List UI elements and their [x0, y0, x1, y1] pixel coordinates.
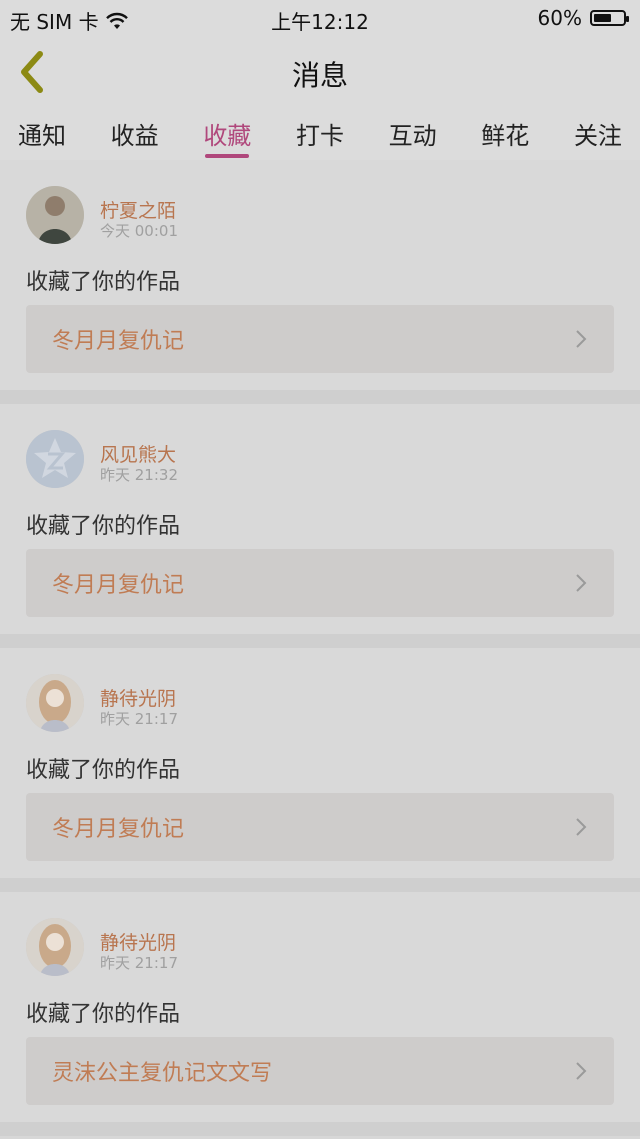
avatar[interactable] — [26, 430, 84, 488]
action-text: 收藏了你的作品 — [26, 1002, 181, 1027]
avatar[interactable] — [26, 674, 84, 732]
timestamp: 昨天 21:17 — [100, 710, 178, 728]
anime-girl-avatar-icon — [26, 674, 84, 732]
work-title: 冬月月复仇记 — [52, 817, 185, 842]
tab-flowers[interactable]: 鲜花 — [481, 108, 529, 160]
message-list: 柠夏之陌 今天 00:01 收藏了你的作品 冬月月复仇记 风见熊大 昨天 21:… — [0, 160, 640, 1136]
username[interactable]: 静待光阴 — [100, 684, 176, 711]
tab-notice[interactable]: 通知 — [18, 108, 66, 160]
tab-favorites[interactable]: 收藏 — [203, 108, 251, 160]
tab-checkin[interactable]: 打卡 — [296, 108, 344, 160]
page-title: 消息 — [291, 59, 348, 92]
timestamp: 今天 00:01 — [100, 222, 178, 240]
work-link[interactable]: 冬月月复仇记 — [26, 549, 614, 617]
timestamp: 昨天 21:32 — [100, 466, 178, 484]
timestamp: 昨天 21:17 — [100, 954, 178, 972]
message-card: 风见熊大 昨天 21:32 收藏了你的作品 冬月月复仇记 — [0, 404, 640, 648]
battery-icon — [590, 10, 629, 26]
action-text: 收藏了你的作品 — [26, 758, 181, 783]
tab-bar: 通知 收益 收藏 打卡 互动 鲜花 关注 — [0, 108, 640, 160]
message-card: 柠夏之陌 今天 00:01 收藏了你的作品 冬月月复仇记 — [0, 160, 640, 404]
chevron-right-icon — [576, 1062, 587, 1080]
status-bar: 无 SIM 卡 上午12:12 60% — [0, 0, 640, 36]
battery-percent: 60% — [537, 6, 582, 30]
username[interactable]: 风见熊大 — [100, 440, 176, 467]
username[interactable]: 静待光阴 — [100, 928, 176, 955]
work-link[interactable]: 灵沫公主复仇记文文写 — [26, 1037, 614, 1105]
username[interactable]: 柠夏之陌 — [100, 196, 176, 223]
work-link[interactable]: 冬月月复仇记 — [26, 305, 614, 373]
chevron-right-icon — [576, 818, 587, 836]
chevron-right-icon — [576, 574, 587, 592]
chevron-right-icon — [576, 330, 587, 348]
avatar[interactable] — [26, 918, 84, 976]
tab-interaction[interactable]: 互动 — [389, 108, 437, 160]
anime-girl-avatar-icon — [26, 918, 84, 976]
action-text: 收藏了你的作品 — [26, 514, 181, 539]
girl-photo-avatar-icon — [26, 186, 84, 244]
work-link[interactable]: 冬月月复仇记 — [26, 793, 614, 861]
tab-follow[interactable]: 关注 — [574, 108, 622, 160]
work-title: 灵沫公主复仇记文文写 — [52, 1061, 273, 1086]
work-title: 冬月月复仇记 — [52, 573, 185, 598]
nav-bar: 消息 — [0, 36, 640, 109]
qq-default-avatar-icon — [26, 430, 84, 488]
message-card: 静待光阴 昨天 21:17 收藏了你的作品 冬月月复仇记 — [0, 648, 640, 892]
work-title: 冬月月复仇记 — [52, 329, 185, 354]
avatar[interactable] — [26, 186, 84, 244]
message-card: 静待光阴 昨天 21:17 收藏了你的作品 灵沫公主复仇记文文写 — [0, 892, 640, 1136]
action-text: 收藏了你的作品 — [26, 270, 181, 295]
battery-fill — [594, 14, 611, 22]
tab-earnings[interactable]: 收益 — [111, 108, 159, 160]
battery-group: 60% — [537, 6, 629, 30]
